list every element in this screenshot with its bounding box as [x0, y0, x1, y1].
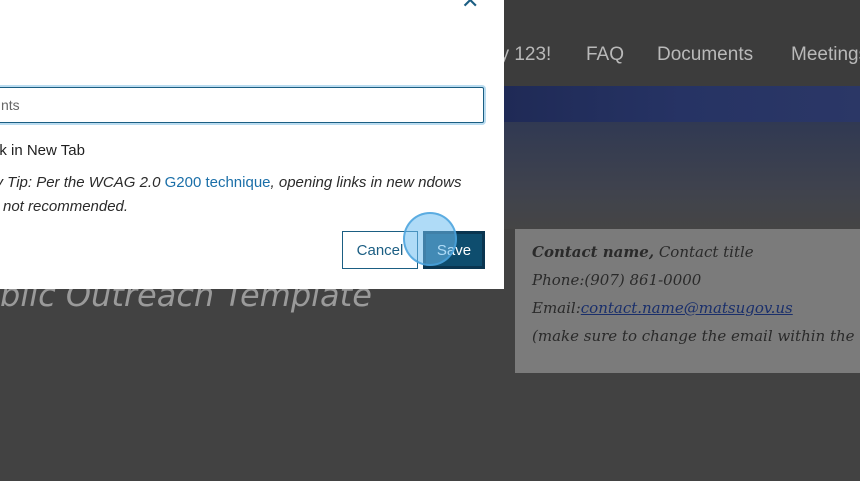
contact-name-line: Contact name, Contact title [532, 243, 754, 261]
hero-banner-stripe [504, 86, 860, 122]
nav-item-documents[interactable]: Documents [657, 44, 753, 66]
nav-item-faq[interactable]: FAQ [586, 44, 624, 66]
contact-email-line: Email:contact.name@matsugov.us [532, 299, 793, 317]
nav-item-meetings[interactable]: Meetings [791, 44, 860, 66]
link-text-input[interactable] [0, 87, 484, 123]
open-new-tab-label[interactable]: nk in New Tab [0, 142, 85, 159]
save-button[interactable]: Save [424, 232, 484, 268]
link-dialog: ✕ e nk in New Tab ity Tip: Per the WCAG … [0, 0, 504, 289]
contact-phone: Phone:(907) 861-0000 [532, 271, 702, 289]
contact-note: (make sure to change the email within th… [532, 327, 860, 345]
contact-info-box: Contact name, Contact title Phone:(907) … [515, 229, 860, 373]
tip-prefix: ity Tip: Per the WCAG 2.0 [0, 174, 165, 191]
contact-email-link[interactable]: contact.name@matsugov.us [581, 299, 793, 317]
close-icon[interactable]: ✕ [461, 0, 483, 13]
g200-technique-link[interactable]: G200 technique [165, 174, 271, 191]
contact-name: Contact name, [532, 243, 655, 261]
contact-title: Contact title [654, 243, 754, 261]
contact-email-prefix: Email: [532, 299, 581, 317]
accessibility-tip: ity Tip: Per the WCAG 2.0 G200 technique… [0, 171, 468, 219]
cancel-button[interactable]: Cancel [342, 231, 418, 269]
